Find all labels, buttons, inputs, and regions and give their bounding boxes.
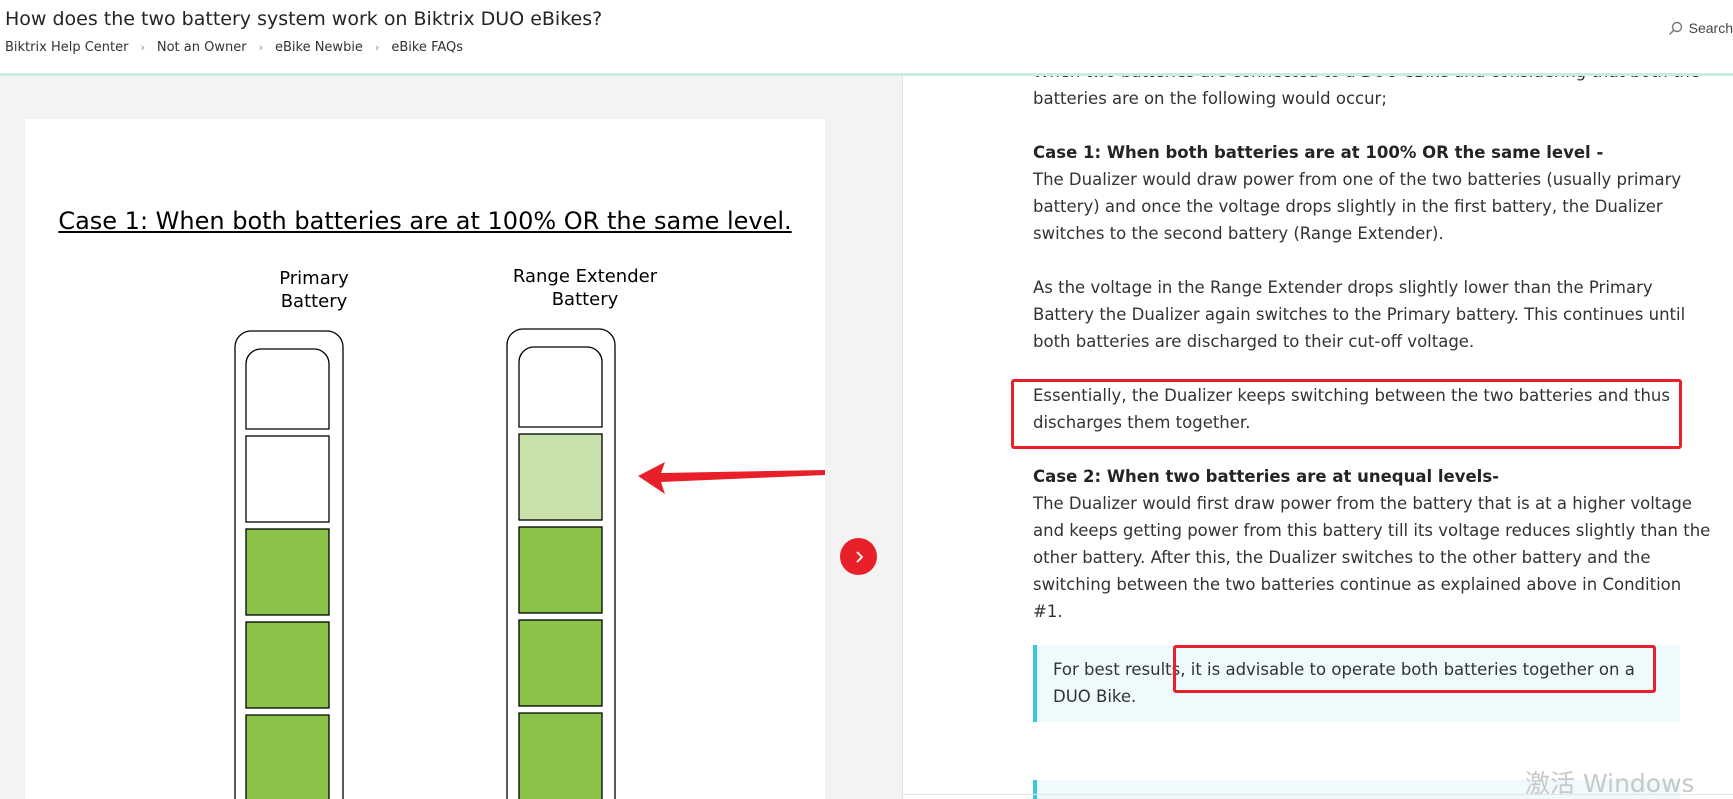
case1-heading: Case 1: When both batteries are at 100% … bbox=[1033, 143, 1604, 162]
extender-cell-4 bbox=[518, 619, 603, 707]
case2-heading: Case 2: When two batteries are at unequa… bbox=[1033, 467, 1499, 486]
breadcrumb-help-center[interactable]: Biktrix Help Center bbox=[5, 40, 128, 55]
primary-cell-3 bbox=[245, 528, 330, 616]
breadcrumb-not-an-owner[interactable]: Not an Owner bbox=[157, 40, 247, 55]
primary-cell-2 bbox=[245, 435, 330, 523]
chevron-right-icon: › bbox=[140, 41, 145, 54]
search-button[interactable]: Search bbox=[1668, 20, 1733, 36]
primary-cell-1 bbox=[245, 348, 330, 430]
case1-paragraph-3: Essentially, the Dualizer keeps switchin… bbox=[1033, 386, 1670, 432]
tip-callout: For best results, it is advisable to ope… bbox=[1033, 645, 1680, 722]
next-image-button[interactable] bbox=[840, 538, 877, 575]
article-body: When two batteries are connected to a DU… bbox=[1033, 76, 1713, 652]
case1-paragraph-1: The Dualizer would draw power from one o… bbox=[1033, 170, 1682, 243]
search-icon bbox=[1668, 21, 1682, 35]
intro-text: batteries are on the following would occ… bbox=[1033, 89, 1387, 108]
primary-cell-5 bbox=[245, 714, 330, 799]
chevron-right-icon: › bbox=[374, 41, 380, 54]
chevron-right-icon: › bbox=[258, 41, 263, 54]
breadcrumb: Biktrix Help Center › Not an Owner › eBi… bbox=[5, 40, 463, 55]
extender-cell-2 bbox=[518, 433, 603, 521]
page-header: How does the two battery system work on … bbox=[0, 0, 1733, 76]
breadcrumb-ebike-newbie[interactable]: eBike Newbie bbox=[275, 40, 363, 55]
windows-activation-watermark: 激活 Windows bbox=[1525, 769, 1695, 798]
case1-paragraph-2: As the voltage in the Range Extender dro… bbox=[1033, 278, 1686, 351]
search-label: Search bbox=[1688, 20, 1733, 36]
tip-callout-text: For best results, it is advisable to ope… bbox=[1053, 660, 1635, 706]
case2-paragraph-1: The Dualizer would first draw power from… bbox=[1033, 494, 1711, 621]
extender-cell-3 bbox=[518, 526, 603, 614]
extender-cell-1 bbox=[518, 346, 603, 428]
primary-cell-4 bbox=[245, 621, 330, 709]
red-arrow-icon bbox=[638, 462, 825, 494]
battery-diagram bbox=[234, 328, 825, 799]
chevron-right-icon bbox=[855, 550, 863, 563]
breadcrumb-ebike-faqs[interactable]: eBike FAQs bbox=[391, 40, 463, 55]
intro-partial: When two batteries are connected to a DU… bbox=[1033, 76, 1713, 85]
image-viewer-panel: Case 1: When both batteries are at 100% … bbox=[0, 76, 902, 799]
page-title: How does the two battery system work on … bbox=[5, 8, 603, 30]
extender-cell-5 bbox=[518, 712, 603, 799]
diagram-image: Case 1: When both batteries are at 100% … bbox=[25, 119, 825, 799]
